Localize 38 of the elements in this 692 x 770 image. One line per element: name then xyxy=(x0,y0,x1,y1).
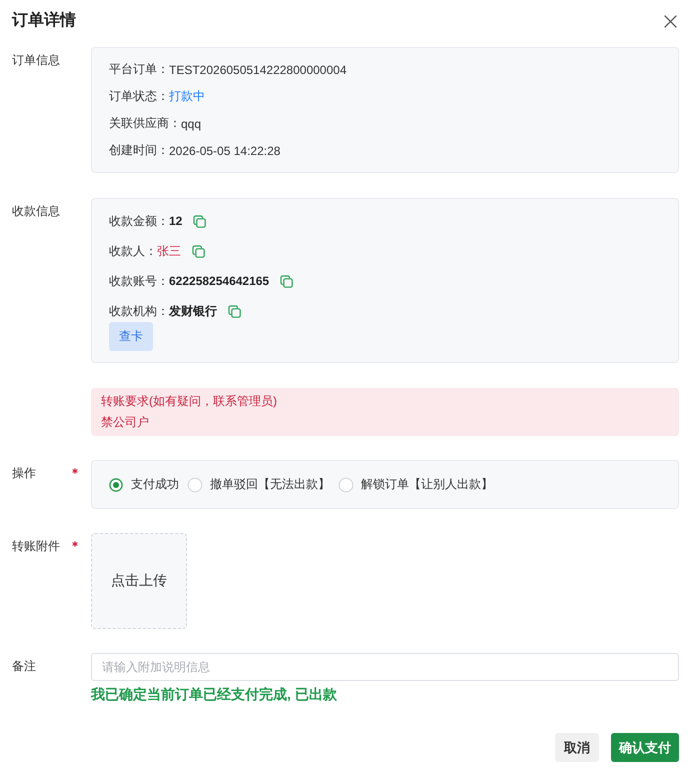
section-label: 备注 xyxy=(12,658,36,674)
upload-box[interactable]: 点击上传 xyxy=(91,533,187,629)
field-label: 收款账号： xyxy=(109,272,169,290)
field-label: 创建时间： xyxy=(109,142,169,159)
field-label: 关联供应商： xyxy=(109,115,181,132)
section-label: 订单信息 xyxy=(12,52,60,68)
field-value: 张三 xyxy=(157,242,181,260)
field-label: 收款人： xyxy=(109,242,157,260)
copy-icon[interactable] xyxy=(193,214,206,228)
field-value: qqq xyxy=(181,116,202,130)
field-label: 订单状态： xyxy=(109,88,169,105)
field-value: 发财银行 xyxy=(169,302,217,320)
remark-input[interactable]: 请输入附加说明信息 xyxy=(91,653,679,681)
field-value: 2026-05-05 14:22:28 xyxy=(169,144,280,158)
copy-icon[interactable] xyxy=(228,304,241,318)
field-label: 平台订单： xyxy=(109,61,169,78)
copy-icon[interactable] xyxy=(280,274,294,288)
field-value: TEST2026050514222800000004 xyxy=(169,62,346,76)
field-label: 收款机构： xyxy=(109,302,169,320)
field-value: 622258254642165 xyxy=(169,274,270,288)
notice-text: 禁公司户 xyxy=(101,414,150,431)
copy-icon[interactable] xyxy=(192,244,205,258)
field-label: 收款金额： xyxy=(109,212,169,230)
confirm-button[interactable]: 确认支付 xyxy=(611,733,679,762)
close-icon[interactable] xyxy=(664,15,677,28)
cancel-button[interactable]: 取消 xyxy=(555,733,599,762)
field-value: 打款中 xyxy=(169,88,205,105)
section-label: 转账附件 xyxy=(12,538,60,554)
dialog-title: 订单详情 xyxy=(12,11,76,31)
radio-icon[interactable] xyxy=(108,476,124,492)
radio-option[interactable]: 支付成功 xyxy=(108,476,179,493)
field-value: 12 xyxy=(169,214,182,228)
notice-text: 转账要求(如有疑问，联系管理员) xyxy=(101,393,278,410)
hint-text: 我已确定当前订单已经支付完成, 已出款 xyxy=(91,685,338,704)
radio-option[interactable]: 解锁订单【让别人出款】 xyxy=(338,476,493,493)
radio-option[interactable]: 撤单驳回【无法出款】 xyxy=(187,476,330,493)
section-label: 操作 xyxy=(12,465,36,481)
section-label: 收款信息 xyxy=(12,203,60,219)
